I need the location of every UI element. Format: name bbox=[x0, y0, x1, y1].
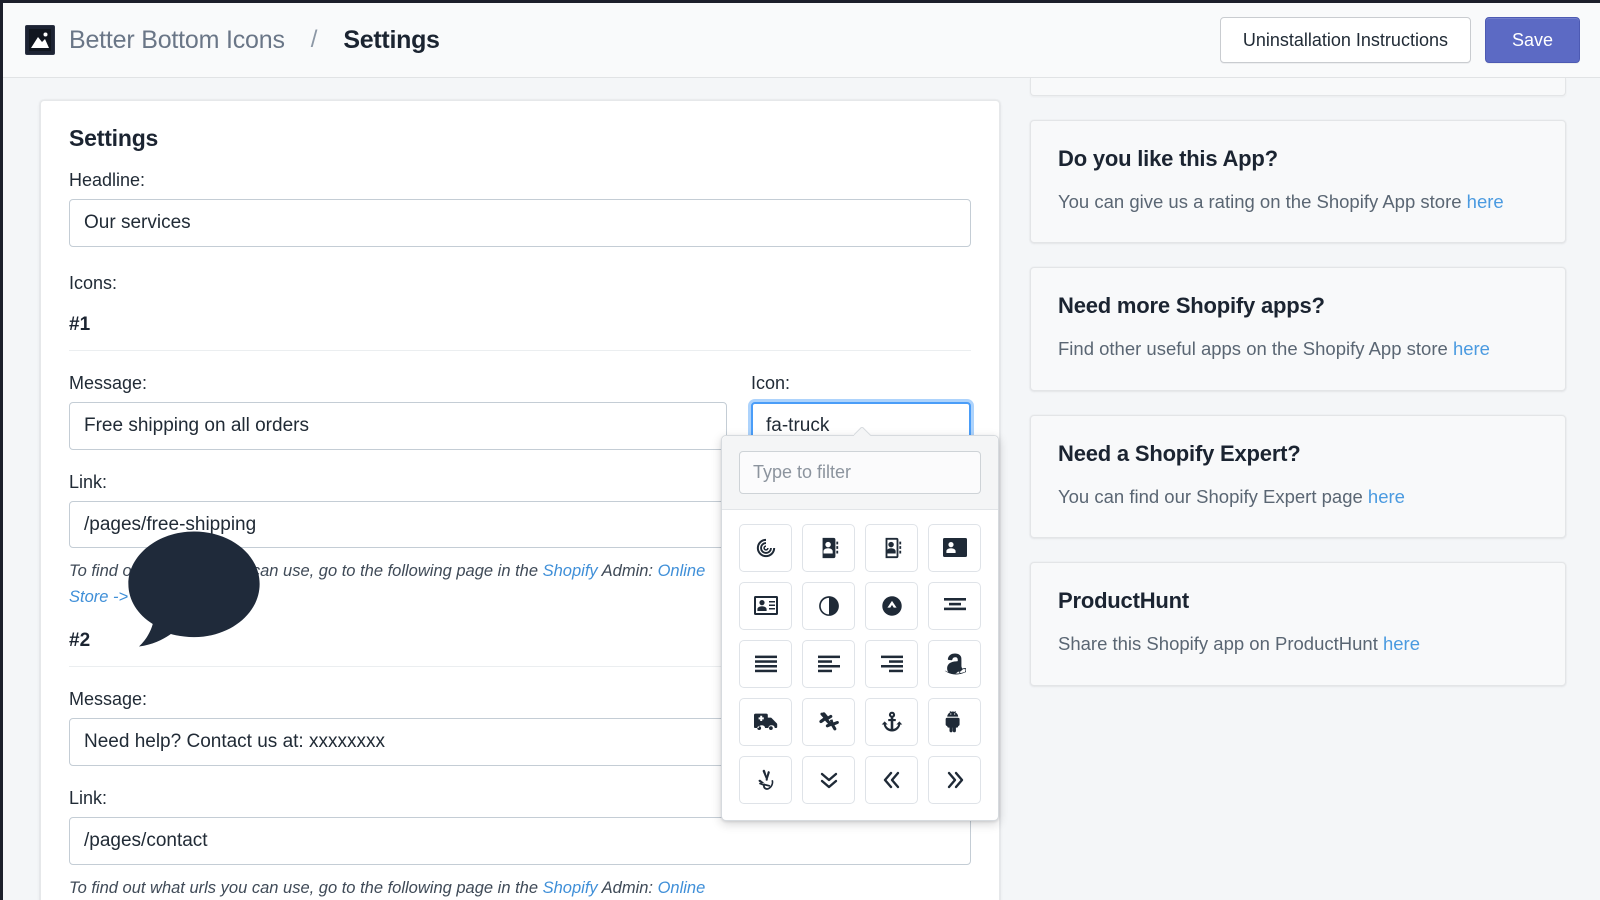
icon-cell-align-center[interactable] bbox=[928, 581, 981, 630]
sidebar-card-text-before: Find other useful apps on the Shopify Ap… bbox=[1058, 338, 1453, 360]
icon-cell-amazon[interactable] bbox=[928, 639, 981, 688]
sidebar-card-producthunt: ProductHunt Share this Shopify app on Pr… bbox=[1030, 562, 1566, 686]
popover-arrow bbox=[854, 427, 871, 436]
settings-card: Settings Headline: Icons: #1 Message: Ic… bbox=[40, 100, 1000, 900]
icon-label-1: Icon: bbox=[751, 372, 791, 393]
icon-cell-asl-interpreting[interactable] bbox=[802, 697, 855, 746]
icon-cell-anchor[interactable] bbox=[865, 697, 918, 746]
page-title: Settings bbox=[343, 25, 440, 54]
broken-image-icon bbox=[25, 25, 55, 55]
sidebar-card-link[interactable]: here bbox=[1453, 338, 1490, 359]
icon-grid bbox=[722, 509, 998, 820]
help-middle-2: Admin: bbox=[597, 878, 658, 897]
sidebar-card-text-before: You can find our Shopify Expert page bbox=[1058, 485, 1368, 507]
icon-item-1-row: Message: Icon: bbox=[69, 372, 999, 821]
icon-cell-align-left[interactable] bbox=[802, 639, 855, 688]
icon-cell-align-right[interactable] bbox=[865, 639, 918, 688]
sidebar-card-link[interactable]: here bbox=[1467, 191, 1504, 212]
item-divider bbox=[69, 349, 971, 351]
icon-cell-address-card-o[interactable] bbox=[739, 581, 792, 630]
sidebar-card-text-before: Share this Shopify app on ProductHunt bbox=[1058, 633, 1383, 655]
icon-cell-adn[interactable] bbox=[865, 581, 918, 630]
sidebar-card-link[interactable]: here bbox=[1383, 633, 1420, 654]
icon-picker-popover bbox=[721, 434, 999, 821]
uninstallation-instructions-button[interactable]: Uninstallation Instructions bbox=[1219, 17, 1471, 63]
sidebar-card-text-before: You can give us a rating on the Shopify … bbox=[1058, 191, 1467, 212]
icons-label: Icons: bbox=[69, 272, 118, 293]
app-viewport: Better Bottom Icons / Settings Uninstall… bbox=[0, 0, 1600, 900]
icon-cell-angle-double-left[interactable] bbox=[865, 755, 918, 804]
icon-cell-address-card[interactable] bbox=[928, 523, 981, 572]
help-prefix-2: To find out what urls you can use, go to… bbox=[69, 878, 543, 897]
icon-cell-android[interactable] bbox=[928, 697, 981, 746]
link-help-text-2: To find out what urls you can use, go to… bbox=[69, 876, 729, 900]
sidebar-card-text: You can give us a rating on the Shopify … bbox=[1058, 188, 1538, 215]
shopify-link-1[interactable]: Shopify bbox=[543, 562, 598, 580]
icon-cell-angellist[interactable] bbox=[739, 755, 792, 804]
message-input-1[interactable] bbox=[69, 401, 727, 450]
icon-field-group-1: Icon: bbox=[721, 372, 999, 821]
icon-cell-align-justify[interactable] bbox=[739, 639, 792, 688]
icon-cell-address-book[interactable] bbox=[802, 523, 855, 572]
icon-cell-address-book-o[interactable] bbox=[865, 523, 918, 572]
icon-cell-angle-double-right[interactable] bbox=[928, 755, 981, 804]
headline-input[interactable] bbox=[69, 199, 971, 247]
help-middle-1: Admin: bbox=[597, 562, 658, 581]
sidebar-card-title: ProductHunt bbox=[1058, 588, 1190, 614]
help-prefix-1: To find out what urls you can use, go to… bbox=[69, 562, 543, 581]
headline-label: Headline: bbox=[69, 170, 146, 190]
top-bar-actions: Uninstallation Instructions Save bbox=[1219, 17, 1580, 63]
sidebar-card-clipped bbox=[1030, 78, 1566, 96]
sidebar-card-title: Do you like this App? bbox=[1058, 146, 1278, 171]
icon-filter-input[interactable] bbox=[739, 450, 981, 494]
link-input-2[interactable] bbox=[69, 817, 971, 865]
icon-cell-ambulance[interactable] bbox=[739, 697, 792, 746]
save-button[interactable]: Save bbox=[1484, 17, 1580, 63]
settings-heading: Settings bbox=[69, 125, 159, 151]
icon-cell-500px[interactable] bbox=[739, 523, 792, 572]
sidebar-card-title: Need a Shopify Expert? bbox=[1058, 440, 1301, 466]
breadcrumb: Better Bottom Icons / Settings bbox=[25, 25, 440, 55]
top-bar: Better Bottom Icons / Settings Uninstall… bbox=[3, 3, 1600, 78]
icon-picker-header bbox=[722, 435, 998, 510]
page-body: Settings Headline: Icons: #1 Message: Ic… bbox=[3, 78, 1600, 900]
shopify-link-2[interactable]: Shopify bbox=[543, 879, 598, 897]
sidebar-card-expert: Need a Shopify Expert? You can find our … bbox=[1030, 414, 1566, 539]
sidebar-card-title: Need more Shopify apps? bbox=[1058, 293, 1325, 319]
sidebar-card-text: Share this Shopify app on ProductHunt he… bbox=[1058, 630, 1538, 657]
sidebar-card-link[interactable]: here bbox=[1368, 486, 1405, 507]
message-field-group-1: Message: bbox=[69, 373, 727, 450]
sidebar-card-rating: Do you like this App? You can give us a … bbox=[1030, 120, 1566, 244]
sidebar-card-text: You can find our Shopify Expert page her… bbox=[1058, 483, 1538, 510]
icon-cell-angle-double-down[interactable] bbox=[802, 755, 855, 804]
sidebar: Do you like this App? You can give us a … bbox=[1030, 78, 1566, 686]
breadcrumb-separator: / bbox=[310, 26, 318, 53]
icon-item-number-1: #1 bbox=[69, 313, 91, 335]
sidebar-card-more-apps: Need more Shopify apps? Find other usefu… bbox=[1030, 267, 1566, 391]
sidebar-card-text: Find other useful apps on the Shopify Ap… bbox=[1058, 335, 1538, 362]
link-help-text-1: To find out what urls you can use, go to… bbox=[69, 559, 729, 610]
app-name-link[interactable]: Better Bottom Icons bbox=[69, 26, 285, 55]
message-label-1: Message: bbox=[69, 372, 148, 393]
icon-cell-adjust[interactable] bbox=[802, 581, 855, 630]
